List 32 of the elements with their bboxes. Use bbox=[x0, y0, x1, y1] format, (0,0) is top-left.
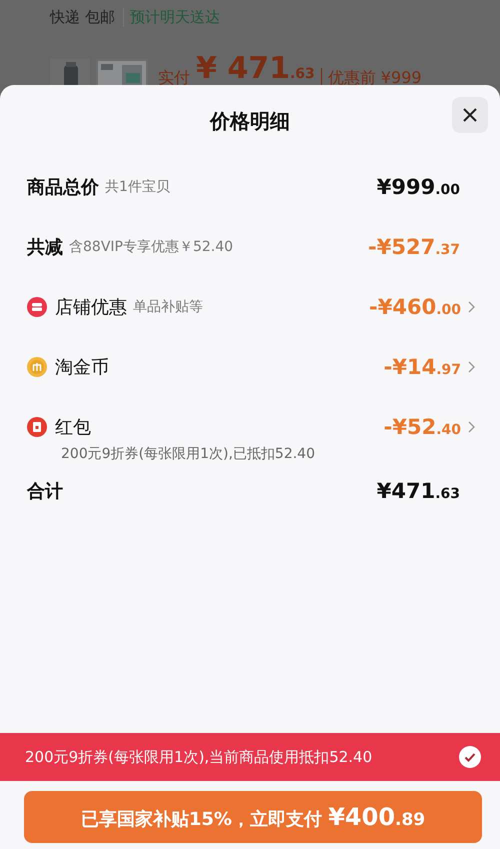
amount: -¥460.00 bbox=[369, 295, 461, 319]
row-label: 合计 bbox=[27, 480, 63, 503]
amount: -¥14.97 bbox=[384, 355, 461, 379]
store-icon bbox=[27, 297, 47, 317]
chevron-right-icon bbox=[468, 301, 475, 313]
row-label: 红包 bbox=[55, 416, 91, 439]
row-note: 共1件宝贝 bbox=[105, 178, 170, 196]
amount: -¥527.37 bbox=[368, 235, 460, 259]
coupon-bar[interactable]: 200元9折券(每张限用1次),当前商品使用抵扣52.40 bbox=[0, 733, 500, 781]
chevron-right-icon bbox=[468, 421, 475, 433]
shipping-label: 快递 包邮 bbox=[50, 8, 124, 26]
paid-amount: ¥ 471.63 bbox=[196, 54, 315, 88]
row-label: 淘金币 bbox=[55, 356, 109, 379]
amount: ¥999.00 bbox=[376, 175, 460, 199]
paid-label: 实付 bbox=[158, 68, 190, 89]
row-label: 共减 bbox=[27, 236, 63, 259]
coupon-text: 200元9折券(每张限用1次),当前商品使用抵扣52.40 bbox=[25, 748, 372, 766]
row-label: 店铺优惠 bbox=[55, 296, 127, 319]
sheet-title: 价格明细 bbox=[210, 108, 290, 134]
discount-detail: 200元9折券(每张限用1次),已抵扣52.40 bbox=[61, 445, 316, 464]
delivery-estimate: 预计明天送达 bbox=[130, 8, 220, 26]
pay-button[interactable]: 已享国家补贴15%，立即支付 ¥400.89 bbox=[24, 791, 482, 843]
amount: -¥52.40 bbox=[384, 415, 461, 439]
coin-icon bbox=[27, 357, 47, 377]
close-icon bbox=[462, 107, 478, 123]
amount: ¥471.63 bbox=[376, 479, 460, 503]
row-label: 商品总价 bbox=[27, 176, 99, 199]
row-note: 含88VIP专享优惠￥52.40 bbox=[69, 238, 234, 256]
chevron-right-icon bbox=[468, 361, 475, 373]
row-note: 单品补贴等 bbox=[133, 298, 203, 316]
envelope-icon bbox=[27, 417, 47, 437]
close-button[interactable] bbox=[452, 97, 488, 133]
